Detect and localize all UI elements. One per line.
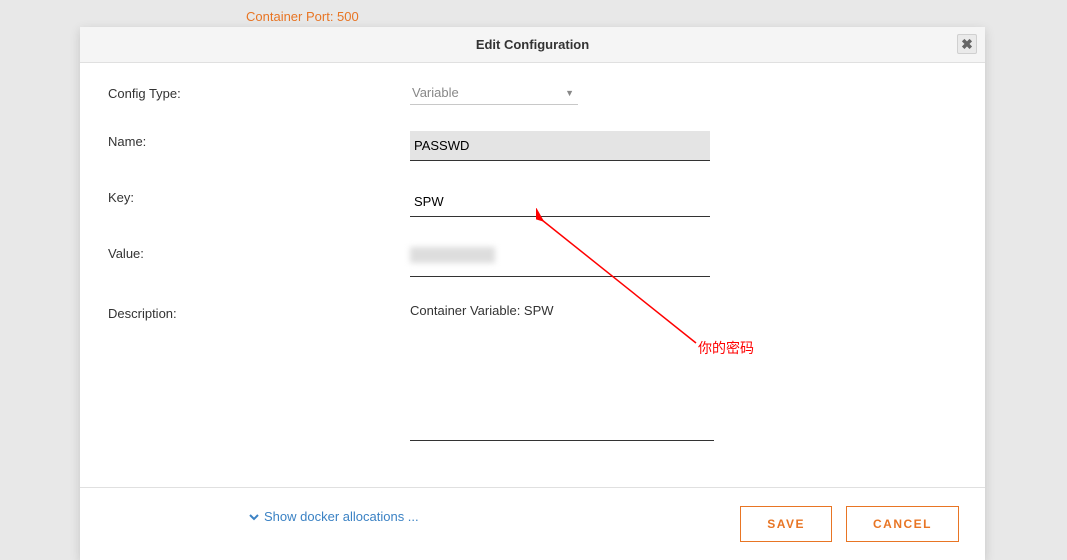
key-input[interactable] <box>410 187 710 217</box>
name-label: Name: <box>108 131 410 149</box>
description-row: Description: Container Variable: SPW <box>108 303 957 441</box>
container-port-label: Container Port: 500 <box>246 9 359 24</box>
description-input[interactable] <box>410 440 714 441</box>
description-text: Container Variable: SPW <box>410 303 710 318</box>
config-type-select[interactable]: Variable ▼ <box>410 83 578 105</box>
modal-header: Edit Configuration ✖ <box>80 27 985 63</box>
close-icon: ✖ <box>961 36 973 53</box>
name-row: Name: <box>108 131 957 161</box>
config-type-label: Config Type: <box>108 83 410 101</box>
edit-configuration-modal: Edit Configuration ✖ Config Type: Variab… <box>80 27 985 560</box>
show-docker-allocations-link[interactable]: Show docker allocations ... <box>248 509 419 524</box>
show-docker-text: Show docker allocations ... <box>264 509 419 524</box>
value-row: Value: <box>108 243 957 277</box>
description-label: Description: <box>108 303 410 321</box>
chevron-down-icon: ▼ <box>565 88 574 98</box>
modal-title: Edit Configuration <box>476 37 589 52</box>
config-type-value: Variable <box>412 85 459 100</box>
chevron-down-icon <box>248 511 260 523</box>
value-input[interactable] <box>410 243 710 277</box>
key-row: Key: <box>108 187 957 217</box>
save-button[interactable]: SAVE <box>740 506 832 542</box>
key-label: Key: <box>108 187 410 205</box>
close-button[interactable]: ✖ <box>957 34 977 54</box>
modal-body: Config Type: Variable ▼ Name: Key: Value… <box>80 63 985 477</box>
value-label: Value: <box>108 243 410 261</box>
value-blurred-content <box>410 247 495 263</box>
name-input[interactable] <box>410 131 710 161</box>
modal-footer: SAVE CANCEL <box>80 487 985 560</box>
cancel-button[interactable]: CANCEL <box>846 506 959 542</box>
config-type-row: Config Type: Variable ▼ <box>108 83 957 105</box>
